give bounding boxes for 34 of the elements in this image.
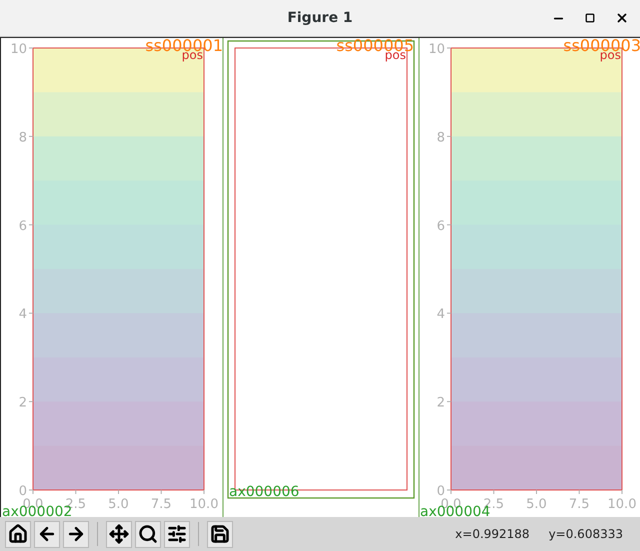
- y-tick-label: 10: [10, 42, 27, 57]
- y-tick-label: 8: [18, 130, 27, 146]
- y-tick-label: 6: [18, 218, 27, 234]
- y-tick-label: 2: [18, 396, 27, 411]
- y-tick-label: 2: [436, 396, 445, 411]
- x-tick-label: 10.0: [608, 497, 636, 512]
- x-tick-label: 5.0: [526, 497, 547, 512]
- window-title: Figure 1: [287, 8, 353, 28]
- cursor-x-readout: x=0.992188: [455, 526, 530, 543]
- y-tick-label: 4: [436, 307, 445, 322]
- y-tick-label: 8: [436, 130, 445, 146]
- y-tick-label: 6: [436, 218, 445, 234]
- pan-button[interactable]: [106, 520, 132, 548]
- zoom-button[interactable]: [135, 520, 161, 548]
- back-button[interactable]: [34, 520, 60, 548]
- forward-button[interactable]: [63, 520, 89, 548]
- configure-button[interactable]: [164, 520, 190, 548]
- home-icon: [8, 524, 28, 544]
- move-arrows-icon: [109, 524, 129, 544]
- y-tick-label: 10: [428, 42, 445, 57]
- sliders-icon: [167, 524, 187, 544]
- y-tick-label: 0: [18, 484, 27, 499]
- save-button[interactable]: [207, 520, 233, 548]
- close-icon: [615, 11, 629, 25]
- x-tick-label: 7.5: [150, 497, 172, 512]
- x-tick-label: 5.0: [108, 497, 129, 512]
- home-button[interactable]: [5, 520, 31, 548]
- x-tick-label: 10.0: [190, 497, 218, 512]
- y-tick-label: 4: [18, 307, 27, 322]
- x-tick-label: 7.5: [568, 497, 590, 512]
- maximize-icon: [585, 13, 595, 23]
- y-tick-label: 0: [436, 484, 445, 499]
- cursor-y-readout: y=0.608333: [548, 526, 623, 543]
- search-icon: [138, 524, 158, 544]
